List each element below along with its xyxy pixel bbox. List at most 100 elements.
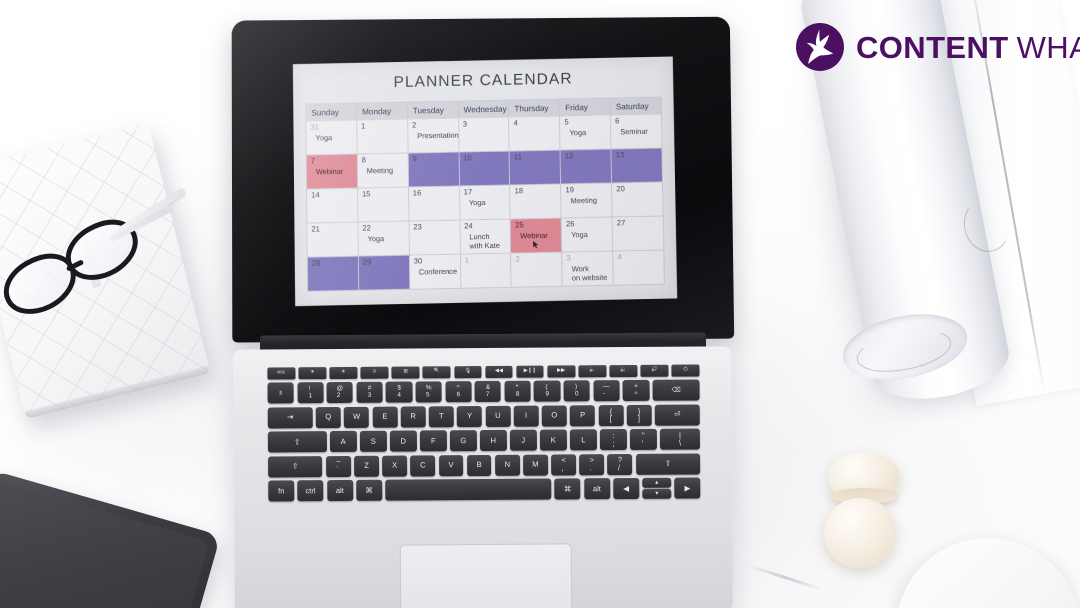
keyboard-key[interactable]: @ 2 (326, 382, 354, 404)
calendar-day-cell[interactable]: 3 Work on website (562, 251, 614, 286)
keyboard-key[interactable]: B (466, 454, 492, 476)
keyboard-key[interactable]: < , (551, 453, 577, 476)
calendar-day-cell[interactable]: 7 Webinar (306, 154, 358, 189)
calendar-day-cell[interactable]: 3 (458, 117, 511, 152)
keyboard-key[interactable]: Q (315, 406, 341, 428)
keyboard-key[interactable]: ⏻ (671, 364, 700, 377)
keyboard-key[interactable]: ? / (607, 453, 633, 475)
laptop-trackpad[interactable] (399, 543, 573, 608)
keyboard-key[interactable]: P (570, 405, 596, 427)
calendar-day-cell[interactable]: 8 Meeting (357, 153, 409, 188)
keyboard-key[interactable] (385, 478, 552, 501)
calendar-day-cell[interactable]: 23 (409, 220, 461, 255)
keyboard-key[interactable]: alt (326, 479, 353, 502)
calendar-day-cell[interactable]: 21 (307, 222, 359, 257)
keyboard-key[interactable]: T (428, 405, 454, 428)
calendar-day-cell[interactable]: 31 Yoga (306, 120, 358, 155)
keyboard-key[interactable]: H (479, 430, 507, 452)
calendar-day-cell[interactable]: 2 Presentation (407, 118, 460, 153)
keyboard-key[interactable]: ▶❙❙ (516, 365, 544, 378)
calendar-day-cell[interactable]: 10 (459, 151, 511, 186)
keyboard-key[interactable]: 🎙 (453, 366, 482, 379)
keyboard-key[interactable]: F (419, 430, 447, 452)
laptop-keyboard[interactable]: esc ☀ ☀ ⌸ ⊞ 🔍 🎙 ◀◀ ▶❙❙ ▶▶ 🔈 🔉 🔊 ⏻ ±! 1 @ 2 # 3 $ 4% 5 ^ 6 &… (267, 364, 701, 533)
keyboard-key[interactable]: { [ (598, 404, 624, 426)
keyboard-key[interactable]: C (410, 454, 436, 477)
calendar-day-cell[interactable]: 5 Yoga (560, 115, 612, 150)
calendar-day-cell[interactable]: 17 Yoga (459, 185, 512, 220)
keyboard-key[interactable]: > . (579, 453, 605, 475)
keyboard-key[interactable]: ⌘ (554, 478, 581, 500)
keyboard-key[interactable]: # 3 (356, 382, 383, 404)
keyboard-key[interactable]: & 7 (474, 381, 502, 403)
calendar-day-cell[interactable]: 13 (611, 148, 663, 183)
keyboard-key[interactable]: V (438, 454, 464, 476)
keyboard-key[interactable]: ⇪ (267, 431, 327, 453)
calendar-day-cell[interactable]: 6 Seminar (611, 114, 662, 149)
calendar-day-cell[interactable]: 22 Yoga (358, 221, 410, 256)
calendar-day-cell[interactable]: 14 (307, 188, 359, 223)
calendar-day-cell[interactable]: 15 (357, 187, 410, 222)
keyboard-key[interactable]: fn (268, 480, 295, 502)
keyboard-key[interactable]: ! 1 (297, 382, 324, 404)
keyboard-key[interactable]: 🔍 (422, 366, 451, 379)
calendar-day-cell[interactable]: 29 (358, 255, 411, 290)
keyboard-key[interactable]: D (389, 430, 417, 452)
keyboard-key[interactable]: ctrl (297, 480, 324, 502)
keyboard-key[interactable]: ⌸ (360, 366, 389, 379)
keyboard-key[interactable]: U (485, 405, 511, 427)
keyboard-key[interactable]: * 8 (504, 381, 531, 403)
keyboard-key[interactable]: 🔊 (640, 364, 669, 377)
keyboard-key[interactable]: J (509, 429, 537, 451)
keyboard-key[interactable]: G (449, 430, 477, 452)
keyboard-key[interactable]: 🔉 (609, 364, 638, 378)
keyboard-key[interactable]: " ' (629, 428, 657, 451)
calendar-day-cell[interactable]: 28 (307, 256, 360, 291)
keyboard-key[interactable]: ⇧ (268, 455, 323, 478)
keyboard-key[interactable]: 🔈 (578, 365, 607, 378)
keyboard-key[interactable]: ⇥ (267, 406, 313, 429)
keyboard-key[interactable]: I (513, 405, 539, 427)
keyboard-key[interactable]: ▲ (642, 477, 672, 488)
keyboard-key[interactable]: | \ (659, 428, 701, 450)
calendar-day-cell[interactable]: 12 (560, 149, 613, 184)
keyboard-key[interactable]: N (494, 454, 520, 476)
keyboard-key[interactable]: ~ ` (325, 455, 351, 477)
calendar-day-cell[interactable]: 4 (509, 116, 561, 151)
keyboard-key[interactable]: E (372, 406, 398, 428)
keyboard-key[interactable]: W (344, 406, 370, 428)
keyboard-key[interactable]: ▶▶ (547, 365, 576, 378)
keyboard-key[interactable]: $ 4 (385, 381, 413, 404)
keyboard-key[interactable]: R (400, 406, 426, 428)
calendar-day-cell[interactable]: 11 (510, 150, 562, 185)
calendar-day-cell[interactable]: 25 Webinar (511, 218, 563, 253)
keyboard-key[interactable]: ◀◀ (485, 365, 513, 378)
calendar-day-cell[interactable]: 20 (612, 182, 663, 217)
keyboard-key[interactable]: : ; (599, 429, 627, 451)
keyboard-key[interactable]: } ] (626, 404, 652, 426)
keyboard-key[interactable]: % 5 (415, 381, 442, 403)
keyboard-key[interactable]: ⌫ (652, 379, 700, 402)
calendar-day-cell[interactable]: 26 Yoga (561, 217, 614, 252)
keyboard-key[interactable]: M (523, 454, 548, 476)
calendar-day-cell[interactable]: 30 Conference (409, 254, 462, 289)
keyboard-key[interactable]: alt (583, 478, 610, 500)
keyboard-key[interactable]: ▼ (642, 488, 672, 499)
keyboard-key[interactable]: ( 9 (534, 380, 561, 403)
keyboard-key[interactable]: ▶ (674, 477, 701, 499)
calendar-day-cell[interactable]: 27 (612, 216, 664, 251)
keyboard-key[interactable]: ☀ (329, 366, 358, 380)
calendar-day-cell[interactable]: 2 (511, 252, 563, 287)
keyboard-key[interactable]: ◀ (613, 477, 640, 500)
calendar-day-cell[interactable]: 1 (460, 253, 513, 288)
keyboard-key[interactable]: ⇧ (635, 453, 701, 475)
keyboard-key[interactable]: ⊞ (391, 366, 420, 379)
calendar-day-cell[interactable]: 19 Meeting (561, 183, 613, 218)
calendar-day-cell[interactable]: 18 (510, 184, 562, 219)
keyboard-key[interactable]: ) 0 (563, 380, 590, 402)
keyboard-key[interactable]: L (569, 429, 597, 451)
keyboard-key[interactable]: Z (354, 455, 379, 477)
keyboard-key[interactable]: ☀ (298, 367, 327, 380)
calendar-day-cell[interactable]: 1 (357, 119, 409, 154)
keyboard-key[interactable]: ± (267, 382, 294, 404)
